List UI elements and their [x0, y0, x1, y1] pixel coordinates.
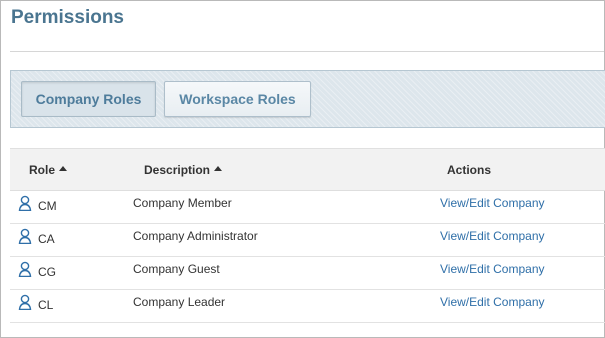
user-icon: [18, 261, 32, 277]
role-code: CM: [38, 199, 57, 213]
role-description: Company Member: [133, 196, 232, 210]
table-row: CL Company Leader View/Edit Company: [10, 290, 605, 323]
sort-ascending-icon: [59, 166, 68, 171]
sort-ascending-icon: [214, 166, 223, 171]
role-cell: CA: [18, 228, 55, 246]
column-header-actions: Actions: [447, 163, 491, 177]
column-header-role[interactable]: Role: [29, 163, 68, 177]
view-edit-company-link[interactable]: View/Edit Company: [440, 229, 545, 243]
table-header: Role Description Actions: [10, 148, 605, 191]
column-header-description[interactable]: Description: [144, 163, 223, 177]
role-cell: CL: [18, 294, 53, 312]
permissions-panel: Permissions Company Roles Workspace Role…: [0, 0, 605, 338]
view-edit-company-link[interactable]: View/Edit Company: [440, 295, 545, 309]
role-tabs: Company Roles Workspace Roles: [10, 70, 605, 128]
tab-company-roles[interactable]: Company Roles: [21, 81, 156, 117]
view-edit-company-link[interactable]: View/Edit Company: [440, 196, 545, 210]
table-row: CA Company Administrator View/Edit Compa…: [10, 224, 605, 257]
column-header-role-label: Role: [29, 163, 56, 177]
role-cell: CM: [18, 195, 57, 213]
table-row: CM Company Member View/Edit Company: [10, 191, 605, 224]
page-title: Permissions: [11, 7, 124, 28]
role-code: CA: [38, 232, 55, 246]
table-row: CG Company Guest View/Edit Company: [10, 257, 605, 290]
column-header-description-label: Description: [144, 163, 211, 177]
role-code: CL: [38, 298, 54, 312]
column-header-actions-label: Actions: [447, 163, 492, 177]
user-icon: [18, 195, 32, 211]
tab-workspace-roles[interactable]: Workspace Roles: [164, 81, 311, 117]
roles-table-body: CM Company Member View/Edit Company CA C…: [10, 191, 605, 323]
user-icon: [18, 228, 32, 244]
role-code: CG: [38, 265, 56, 279]
role-description: Company Leader: [133, 295, 226, 309]
title-divider: [10, 51, 604, 52]
view-edit-company-link[interactable]: View/Edit Company: [440, 262, 545, 276]
role-cell: CG: [18, 261, 56, 279]
role-description: Company Guest: [133, 262, 220, 276]
user-icon: [18, 294, 32, 310]
role-description: Company Administrator: [133, 229, 258, 243]
